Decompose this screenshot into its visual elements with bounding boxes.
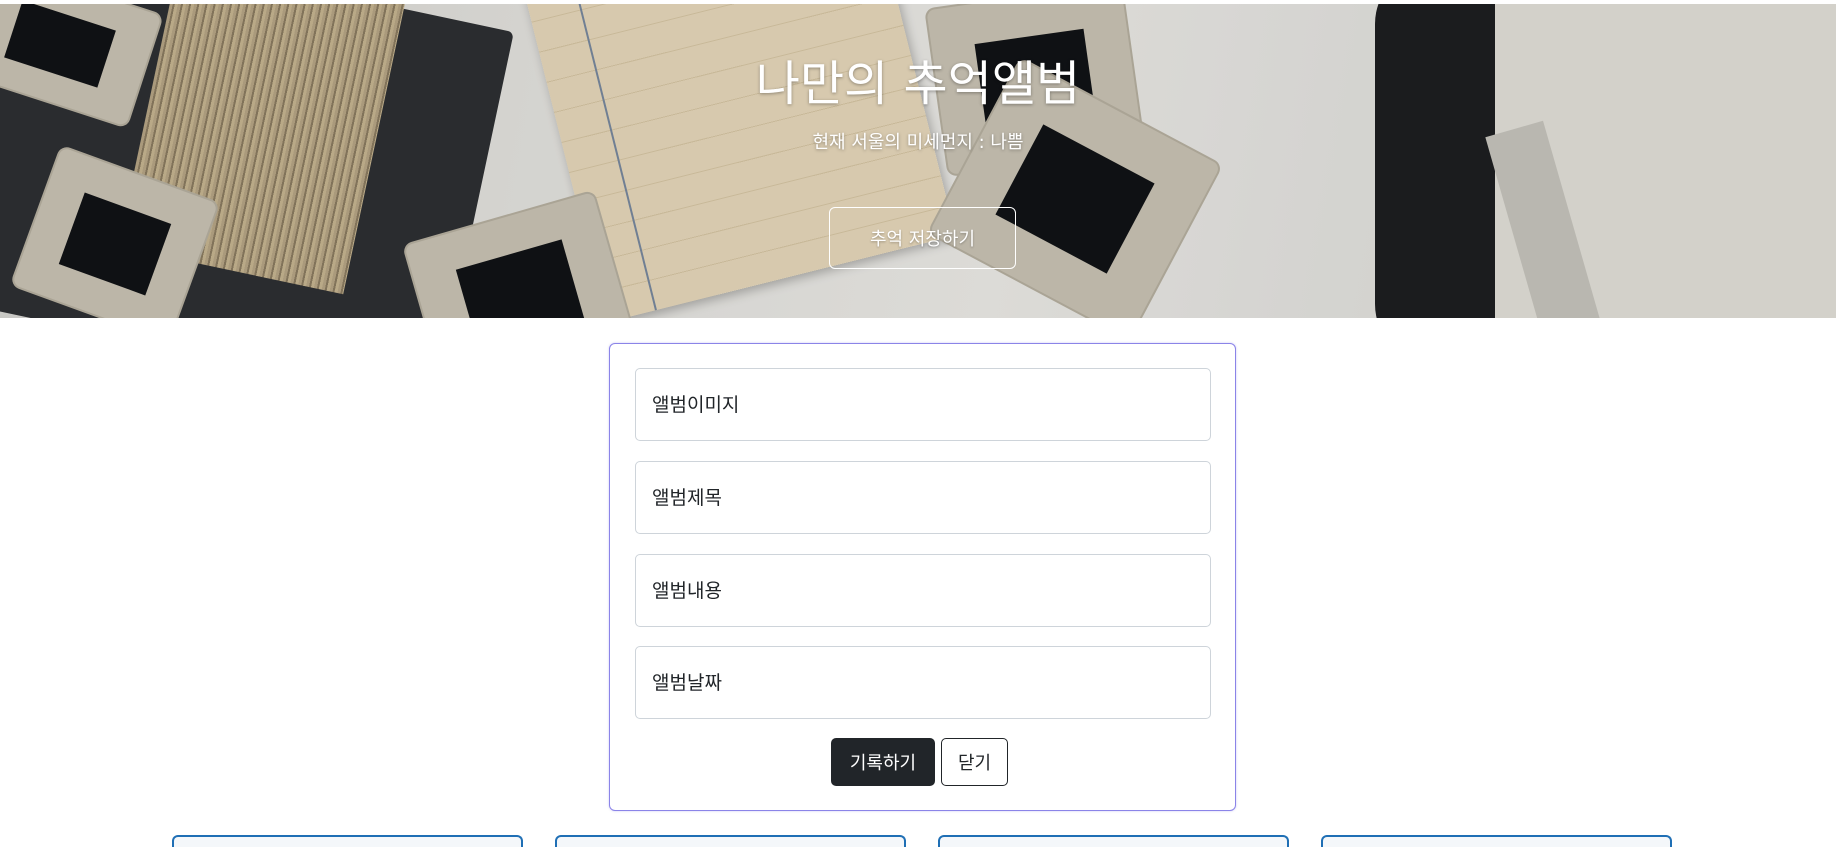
hero-overlay <box>0 4 1836 318</box>
album-image-field <box>635 368 1211 441</box>
album-title-field <box>635 461 1211 534</box>
album-image-input[interactable] <box>636 369 1210 440</box>
album-form: 기록하기 닫기 <box>609 343 1236 811</box>
album-title-input[interactable] <box>636 462 1210 533</box>
album-content-input[interactable] <box>636 555 1210 626</box>
album-date-field <box>635 646 1211 719</box>
album-content-field <box>635 554 1211 627</box>
hero-banner: 나만의 추억앨범 현재 서울의 미세먼지 : 나쁨 추억 저장하기 <box>0 4 1836 318</box>
album-card[interactable] <box>938 835 1289 847</box>
page-title: 나만의 추억앨범 <box>755 56 1081 112</box>
record-button[interactable]: 기록하기 <box>831 738 935 786</box>
album-card[interactable] <box>172 835 523 847</box>
album-date-input[interactable] <box>636 647 1210 718</box>
save-memory-button[interactable]: 추억 저장하기 <box>829 207 1016 269</box>
album-card[interactable] <box>1321 835 1672 847</box>
dust-status-text: 현재 서울의 미세먼지 : 나쁨 <box>812 132 1024 153</box>
album-card[interactable] <box>555 835 906 847</box>
close-button[interactable]: 닫기 <box>941 738 1008 786</box>
